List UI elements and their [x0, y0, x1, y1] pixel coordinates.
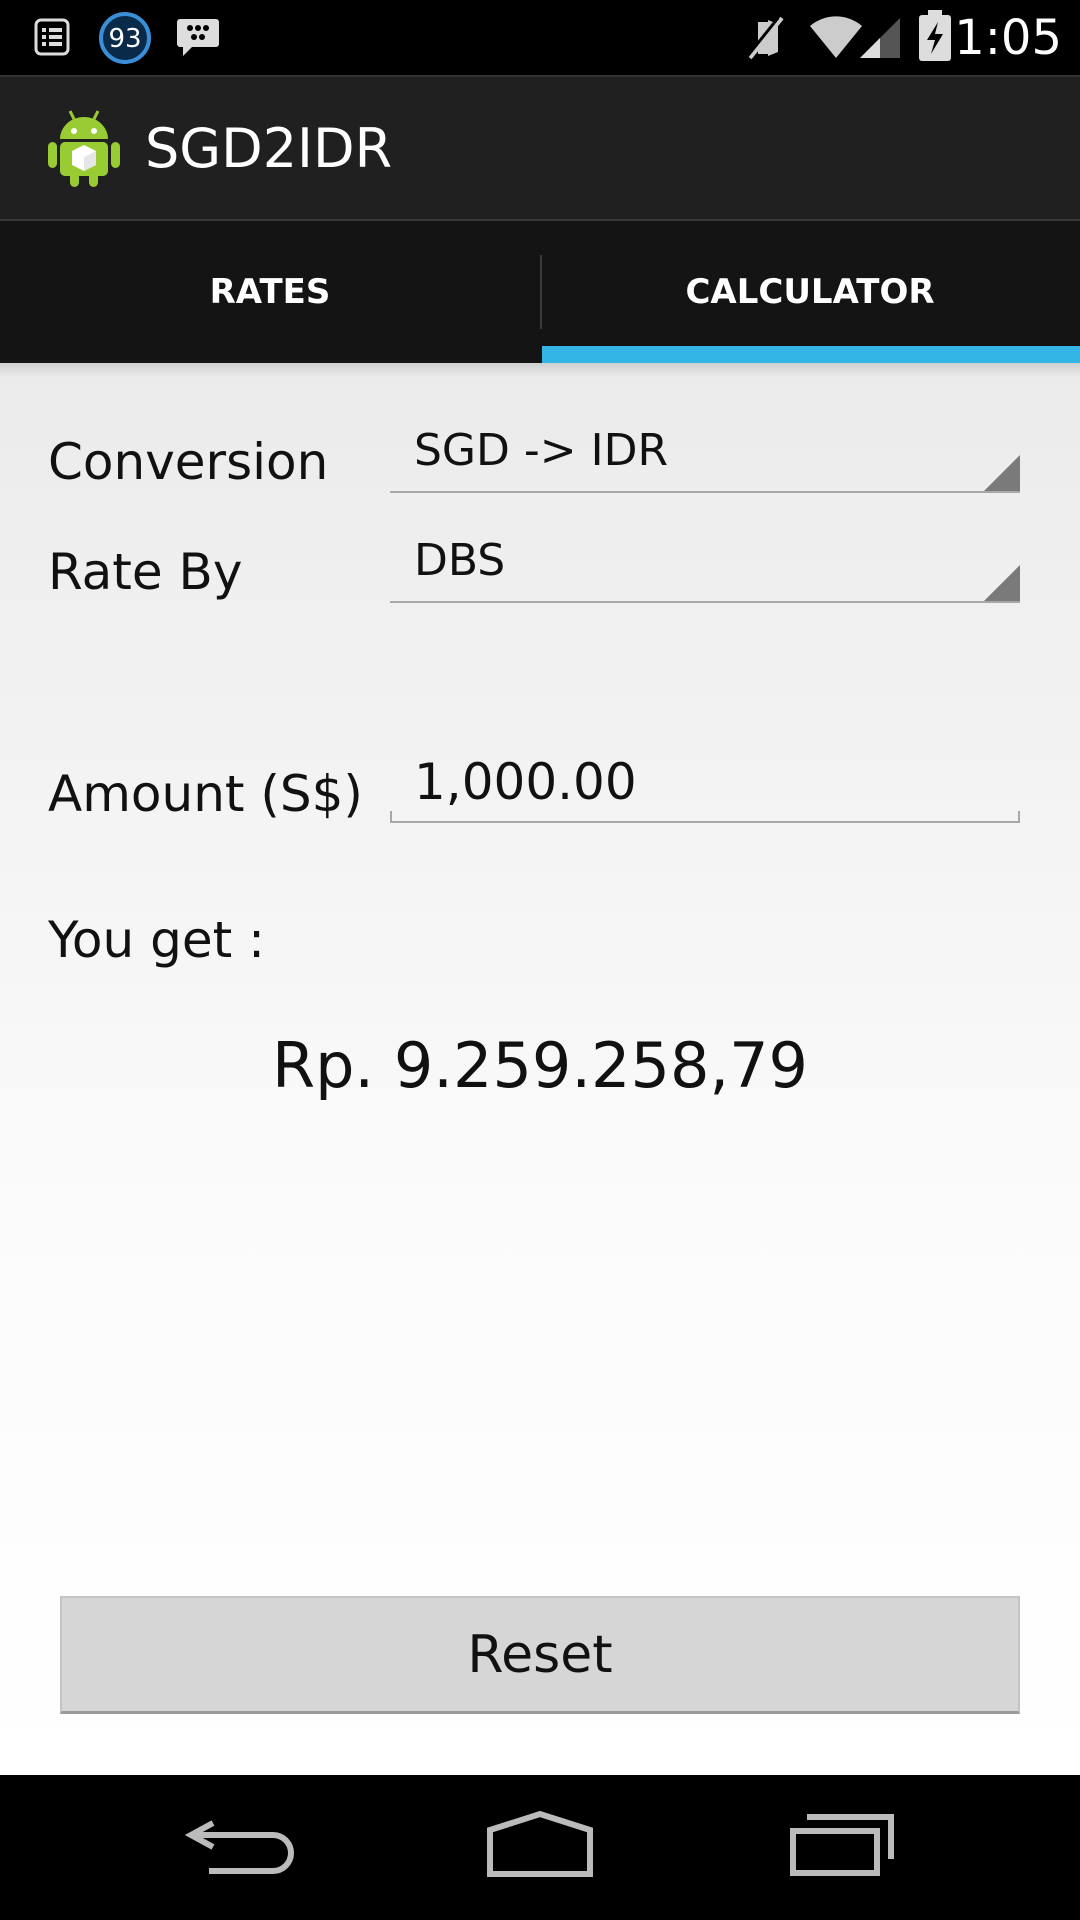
conversion-spinner[interactable]: SGD -> IDR — [390, 413, 1020, 493]
mute-icon — [744, 14, 786, 67]
conversion-spinner-value: SGD -> IDR — [414, 425, 669, 476]
conversion-label: Conversion — [48, 433, 329, 491]
amount-field-value: 1,000.00 — [414, 753, 637, 811]
home-icon[interactable] — [460, 1795, 620, 1895]
reset-button[interactable]: Reset — [60, 1596, 1020, 1714]
back-icon[interactable] — [160, 1795, 320, 1895]
tab-calculator[interactable]: CALCULATOR — [540, 221, 1080, 363]
status-time: 1:05 — [954, 10, 1062, 66]
bbm-chat-icon — [176, 16, 220, 63]
action-bar: SGD2IDR — [0, 75, 1080, 221]
badge-count: 93 — [108, 24, 142, 54]
tab-rates[interactable]: RATES — [0, 221, 540, 363]
tab-shadow — [0, 363, 1080, 377]
tab-selected-indicator — [542, 346, 1080, 363]
status-bar: 93 1:05 — [0, 0, 1080, 75]
rate-by-spinner[interactable]: DBS — [390, 523, 1020, 603]
you-get-label: You get : — [48, 911, 265, 969]
spinner-arrow-icon — [984, 565, 1020, 601]
wifi-icon — [808, 14, 864, 65]
recent-apps-icon[interactable] — [762, 1795, 922, 1895]
spinner-arrow-icon — [984, 455, 1020, 491]
battery-charging-icon — [918, 10, 952, 67]
battery-saver-badge-icon: 93 — [98, 11, 152, 65]
amount-label: Amount (S$) — [48, 765, 363, 823]
rate-by-spinner-value: DBS — [414, 535, 506, 586]
signal-icon — [858, 16, 902, 65]
conversion-result: Rp. 9.259.258,79 — [272, 1029, 808, 1102]
navigation-bar — [0, 1775, 1080, 1920]
notification-list-icon — [34, 18, 70, 61]
rate-by-label: Rate By — [48, 543, 243, 601]
tab-bar: RATES CALCULATOR — [0, 221, 1080, 363]
amount-field[interactable]: 1,000.00 — [390, 743, 1020, 823]
android-app-icon — [46, 105, 122, 194]
calculator-content: Conversion SGD -> IDR Rate By DBS Amount… — [0, 363, 1080, 1775]
app-title: SGD2IDR — [145, 117, 393, 180]
